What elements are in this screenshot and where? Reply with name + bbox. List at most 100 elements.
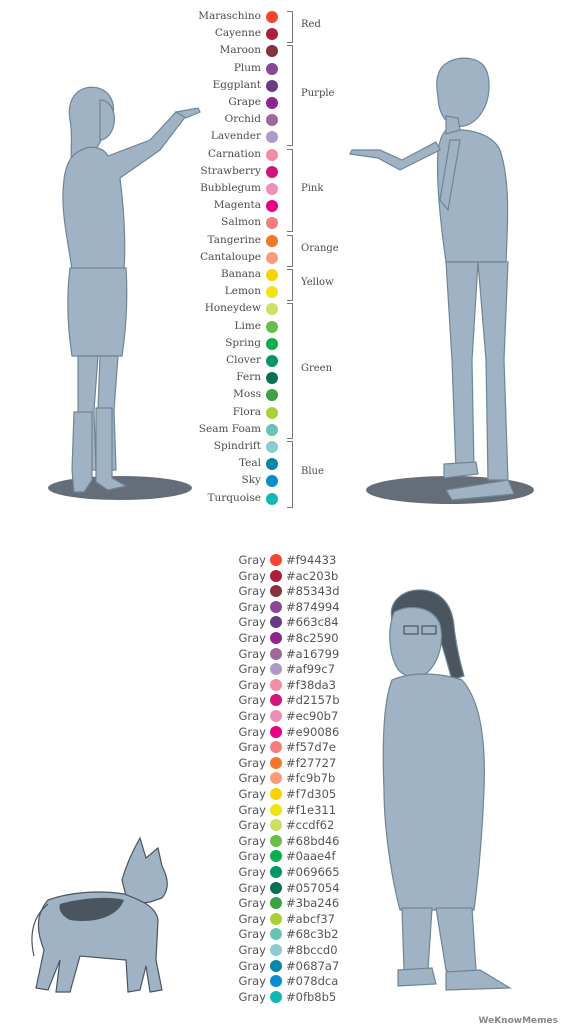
color-swatch bbox=[266, 45, 278, 58]
color-name: Magenta bbox=[213, 199, 261, 212]
group-bracket bbox=[287, 11, 293, 44]
color-row-lime: Lime bbox=[170, 319, 290, 336]
gray-label: Gray bbox=[238, 927, 267, 942]
hex-code: #0aae4f bbox=[286, 849, 336, 864]
color-swatch bbox=[266, 183, 278, 195]
group-label-orange: Orange bbox=[301, 242, 339, 254]
gray-label: Gray bbox=[238, 662, 267, 677]
color-row-spring: Spring bbox=[170, 336, 290, 353]
color-row-honeydew: Honeydew bbox=[170, 301, 290, 318]
color-name: Turquoise bbox=[207, 491, 261, 504]
gray-label: Gray bbox=[238, 615, 267, 630]
gray-label: Gray bbox=[238, 802, 267, 817]
color-swatch bbox=[266, 320, 278, 333]
color-row-cayenne: Cayenne bbox=[170, 26, 290, 43]
gray-label: Gray bbox=[238, 599, 267, 614]
color-name: Plum bbox=[233, 61, 261, 74]
color-swatch bbox=[270, 944, 282, 956]
color-swatch bbox=[270, 975, 282, 988]
color-name: Moss bbox=[233, 388, 261, 401]
color-row-maroon: Maroon bbox=[170, 43, 290, 60]
hex-code: #f94433 bbox=[286, 553, 337, 567]
hex-code: #874994 bbox=[286, 599, 340, 614]
group-bracket bbox=[287, 148, 293, 233]
hex-code: #f38da3 bbox=[286, 677, 336, 692]
color-swatch bbox=[266, 423, 278, 436]
gray-label: Gray bbox=[238, 958, 267, 973]
color-swatch bbox=[266, 28, 278, 41]
color-row-moss: Moss bbox=[170, 387, 290, 404]
color-swatch bbox=[266, 303, 278, 316]
color-row-tangerine: Tangerine bbox=[170, 233, 290, 250]
color-swatch bbox=[266, 62, 278, 75]
color-swatch bbox=[266, 200, 278, 213]
gray-row: Gray #3ba246 bbox=[200, 896, 400, 911]
color-row-lemon: Lemon bbox=[170, 284, 290, 301]
gray-label: Gray bbox=[238, 724, 267, 739]
color-swatch bbox=[270, 585, 282, 598]
hex-code: #68c3b2 bbox=[286, 927, 339, 942]
gray-row: Gray #069665 bbox=[200, 865, 400, 880]
color-row-strawberry: Strawberry bbox=[170, 164, 290, 181]
gray-row: Gray #f57d7e bbox=[200, 740, 400, 755]
group-bracket bbox=[287, 234, 293, 267]
hex-code: #a16799 bbox=[286, 646, 340, 661]
hex-code: #85343d bbox=[286, 584, 340, 599]
geek-figure bbox=[382, 589, 513, 991]
gray-row: Gray #0fb8b5 bbox=[200, 990, 400, 1005]
gray-row: Gray #8c2590 bbox=[200, 631, 400, 646]
color-row-fern: Fern bbox=[170, 370, 290, 387]
gray-row: Gray #ac203b bbox=[200, 569, 400, 584]
hex-code: #fc9b7b bbox=[286, 771, 336, 786]
color-name: Eggplant bbox=[212, 78, 261, 91]
hex-code: #f57d7e bbox=[286, 740, 337, 755]
color-name: Grape bbox=[228, 96, 261, 108]
gray-row: Gray #abcf37 bbox=[200, 912, 400, 927]
gray-row: Gray #fc9b7b bbox=[200, 771, 400, 786]
gray-row: Gray #f1e311 bbox=[200, 803, 400, 818]
hex-code: #f7d305 bbox=[286, 787, 337, 801]
color-row-orchid: Orchid bbox=[170, 112, 290, 129]
color-name: Flora bbox=[232, 405, 261, 418]
gray-row: Gray #68c3b2 bbox=[200, 927, 400, 942]
color-swatch bbox=[266, 492, 278, 505]
group-bracket bbox=[287, 441, 293, 508]
color-swatch bbox=[270, 819, 282, 832]
color-row-seam-foam: Seam Foam bbox=[170, 422, 290, 439]
color-swatch bbox=[270, 756, 282, 769]
gray-row: Gray #f38da3 bbox=[200, 678, 400, 693]
color-swatch bbox=[266, 286, 278, 299]
color-swatch bbox=[270, 725, 282, 738]
gray-label: Gray bbox=[238, 584, 267, 599]
gray-row: Gray #68bd46 bbox=[200, 834, 400, 849]
gray-row: Gray #663c84 bbox=[200, 615, 400, 630]
color-swatch bbox=[270, 554, 282, 566]
hex-code: #0fb8b5 bbox=[286, 989, 337, 1004]
color-name: Sky bbox=[241, 474, 262, 487]
gray-label: Gray bbox=[238, 755, 267, 770]
hex-code: #f1e311 bbox=[286, 802, 337, 817]
color-row-eggplant: Eggplant bbox=[170, 78, 290, 95]
hex-code: #ccdf62 bbox=[286, 818, 335, 833]
color-name: Salmon bbox=[221, 216, 261, 229]
gray-label: Gray bbox=[238, 880, 267, 895]
color-swatch bbox=[266, 131, 278, 144]
color-row-banana: Banana bbox=[170, 267, 290, 284]
color-row-teal: Teal bbox=[170, 456, 290, 473]
color-swatch bbox=[270, 647, 282, 660]
gray-label: Gray bbox=[238, 553, 267, 567]
color-row-lavender: Lavender bbox=[170, 129, 290, 146]
color-name: Cantaloupe bbox=[200, 250, 261, 263]
hex-code: #e90086 bbox=[286, 724, 340, 739]
color-name: Lemon bbox=[224, 285, 261, 298]
color-swatch bbox=[270, 881, 282, 894]
gray-label: Gray bbox=[238, 709, 267, 723]
hex-code: #af99c7 bbox=[286, 662, 336, 677]
color-swatch bbox=[266, 114, 278, 127]
hex-code: #057054 bbox=[286, 880, 340, 895]
hex-code: #0687a7 bbox=[286, 958, 340, 973]
gray-label: Gray bbox=[238, 896, 267, 911]
color-row-sky: Sky bbox=[170, 473, 290, 490]
gray-label: Gray bbox=[238, 943, 267, 957]
color-swatch bbox=[266, 355, 278, 367]
